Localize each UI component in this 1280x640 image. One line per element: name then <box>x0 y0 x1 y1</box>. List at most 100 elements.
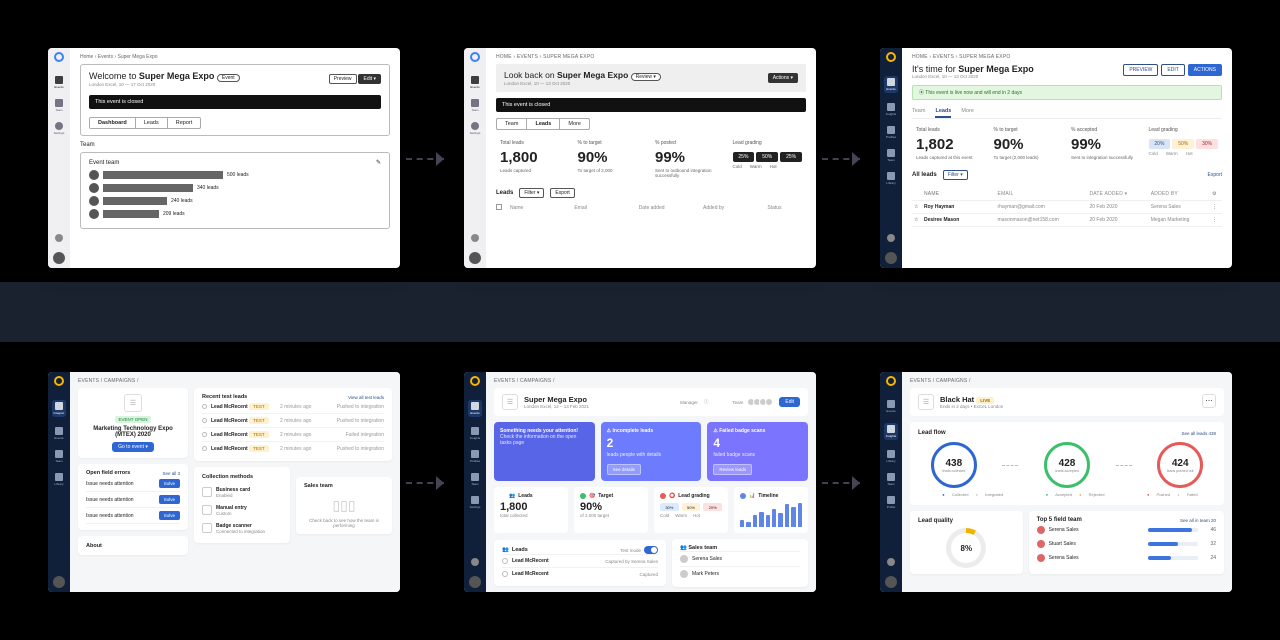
recent-lead-row[interactable]: Lead McRecent TEST2 minutes agoPushed to… <box>202 414 384 428</box>
avatar[interactable] <box>53 252 65 264</box>
avatar[interactable] <box>53 576 65 588</box>
tab-leads[interactable]: Leads <box>935 108 951 118</box>
preview-button[interactable]: PREVIEW <box>1123 64 1158 76</box>
event-status-chip: EVENT OPEN <box>115 416 152 423</box>
solve-button[interactable]: Solve <box>159 511 180 520</box>
breadcrumb: EVENTS / CAMPAIGNS / <box>910 378 1224 384</box>
nav-events[interactable]: Events <box>468 76 482 89</box>
sales-row[interactable]: Mark Peters <box>680 566 800 581</box>
stat-total: Total leads 1,802 Leads captured at this… <box>912 127 990 160</box>
nav-insights[interactable]: Insights <box>468 427 482 440</box>
closed-banner: This event is closed <box>496 98 806 112</box>
bell-icon[interactable] <box>887 234 895 242</box>
go-to-event-button[interactable]: Go to event ▾ <box>112 442 154 452</box>
tab-team[interactable]: Team <box>912 108 925 118</box>
tab-leads[interactable]: Leads <box>136 118 168 128</box>
recent-lead-row[interactable]: Lead McRecent TEST2 minutes agoPushed to… <box>202 400 384 414</box>
live-badge: LIVE <box>976 397 994 404</box>
team-row[interactable]: Stuart Sales32 <box>1037 537 1216 551</box>
table-row[interactable]: ☆Roy Haymanrhayman@gmail.com20 Feb 2020S… <box>912 201 1222 214</box>
collection-method-row[interactable]: Badge scannerConnected to integration <box>202 519 282 537</box>
collection-method-row[interactable]: Manual entryCustom <box>202 501 282 519</box>
nav-team[interactable]: Team <box>468 99 482 112</box>
nav-settings[interactable]: Settings <box>52 122 66 135</box>
collection-method-row[interactable]: Business cardEnabled <box>202 483 282 501</box>
lead-row[interactable]: Lead McRecentCaptured <box>502 567 658 580</box>
tab-dashboard[interactable]: Dashboard <box>90 118 136 128</box>
alert-action-button[interactable]: Review leads <box>713 464 752 475</box>
nav-integrations[interactable]: Integrat. <box>52 400 66 417</box>
avatar[interactable] <box>469 576 481 588</box>
nav-events[interactable]: Events <box>468 400 482 417</box>
issue-row: Issue needs attentionSolve <box>86 476 180 492</box>
actions-button[interactable]: Actions ▾ <box>768 73 798 83</box>
bell-icon[interactable] <box>471 558 479 566</box>
solve-button[interactable]: Solve <box>159 495 180 504</box>
avatar[interactable] <box>885 252 897 264</box>
table-row[interactable]: ☆Desiree Masonmasonmason@net158.com20 Fe… <box>912 214 1222 227</box>
nav-library[interactable]: Library <box>884 450 898 463</box>
edit-button[interactable]: Edit <box>779 397 800 407</box>
nav-team[interactable]: Team <box>52 450 66 463</box>
avatar[interactable] <box>885 576 897 588</box>
quality-donut: 8% <box>946 528 986 568</box>
alert-action-button[interactable]: See details <box>607 464 641 475</box>
sales-row[interactable]: Serena Sales <box>680 551 800 566</box>
nav-settings[interactable]: Settings <box>468 122 482 135</box>
edit-button[interactable]: EDIT <box>1161 64 1184 76</box>
export-link[interactable]: Export <box>1208 172 1222 178</box>
preview-button[interactable]: Preview <box>329 74 357 84</box>
test-mode-toggle[interactable] <box>644 546 658 554</box>
nav-profiles[interactable]: Profiles <box>468 450 482 463</box>
view-all-link[interactable]: View all test leads <box>348 395 384 400</box>
edit-button[interactable]: Edit ▾ <box>358 74 381 84</box>
actions-button[interactable]: ACTIONS <box>1188 64 1222 76</box>
tab-more[interactable]: More <box>961 108 974 118</box>
nav-library[interactable]: Library <box>884 172 898 185</box>
tab-report[interactable]: Report <box>168 118 201 128</box>
nav-events[interactable]: Events <box>52 76 66 89</box>
edit-icon[interactable]: ✎ <box>376 159 381 166</box>
nav-insights[interactable]: Insights <box>884 423 898 440</box>
event-title: Super Mega Expo <box>958 64 1034 74</box>
filter-button[interactable]: Filter ▾ <box>519 188 544 198</box>
nav-team[interactable]: Team <box>52 99 66 112</box>
nav-events[interactable]: Events <box>884 76 898 93</box>
checkbox-all[interactable] <box>496 204 502 210</box>
see-all-team-link[interactable]: See all in team 20 <box>1180 518 1216 523</box>
info-icon[interactable]: ⓘ <box>704 399 709 405</box>
nav-insights[interactable]: Insights <box>884 103 898 116</box>
tab-leads[interactable]: Leads <box>527 119 560 129</box>
team-row[interactable]: Serena Sales24 <box>1037 551 1216 565</box>
team-avatars[interactable] <box>749 398 773 406</box>
nav-library[interactable]: Library <box>52 473 66 486</box>
bell-icon[interactable] <box>471 234 479 242</box>
tab-more[interactable]: More <box>560 119 589 129</box>
nav-team[interactable]: Team <box>468 473 482 486</box>
bell-icon[interactable] <box>887 558 895 566</box>
ring-collected: 438leads collected <box>931 442 977 488</box>
issue-row: Issue needs attentionSolve <box>86 508 180 524</box>
export-button[interactable]: Export <box>550 188 574 198</box>
nav-team[interactable]: Team <box>884 473 898 486</box>
nav-team[interactable]: Team <box>884 149 898 162</box>
see-all-leads-link[interactable]: See all leads 438 <box>1181 431 1216 436</box>
bell-icon[interactable] <box>55 234 63 242</box>
nav-settings[interactable]: Settings <box>468 496 482 509</box>
lead-row[interactable]: Lead McRecentCaptured by Serena Sales <box>502 554 658 567</box>
nav-events[interactable]: Events <box>52 427 66 440</box>
solve-button[interactable]: Solve <box>159 479 180 488</box>
tab-team[interactable]: Team <box>497 119 527 129</box>
recent-lead-row[interactable]: Lead McRecent TEST2 minutes agoFailed in… <box>202 428 384 442</box>
team-bar-chart: 500 leads340 leads240 leads209 leads <box>89 170 381 219</box>
nav-profiles[interactable]: Profiles <box>884 126 898 139</box>
team-row[interactable]: Serena Sales46 <box>1037 523 1216 537</box>
more-button[interactable]: ⋯ <box>1202 394 1216 408</box>
filter-button[interactable]: Filter ▾ <box>943 170 968 180</box>
recent-lead-row[interactable]: Lead McRecent TEST2 minutes agoPushed to… <box>202 442 384 455</box>
nav-events[interactable]: Events <box>884 400 898 413</box>
breadcrumb: Home › Events › Super Mega Expo <box>80 54 390 60</box>
see-all-link[interactable]: See all 3 <box>162 471 180 476</box>
avatar[interactable] <box>469 252 481 264</box>
nav-profile[interactable]: Profile <box>884 496 898 509</box>
